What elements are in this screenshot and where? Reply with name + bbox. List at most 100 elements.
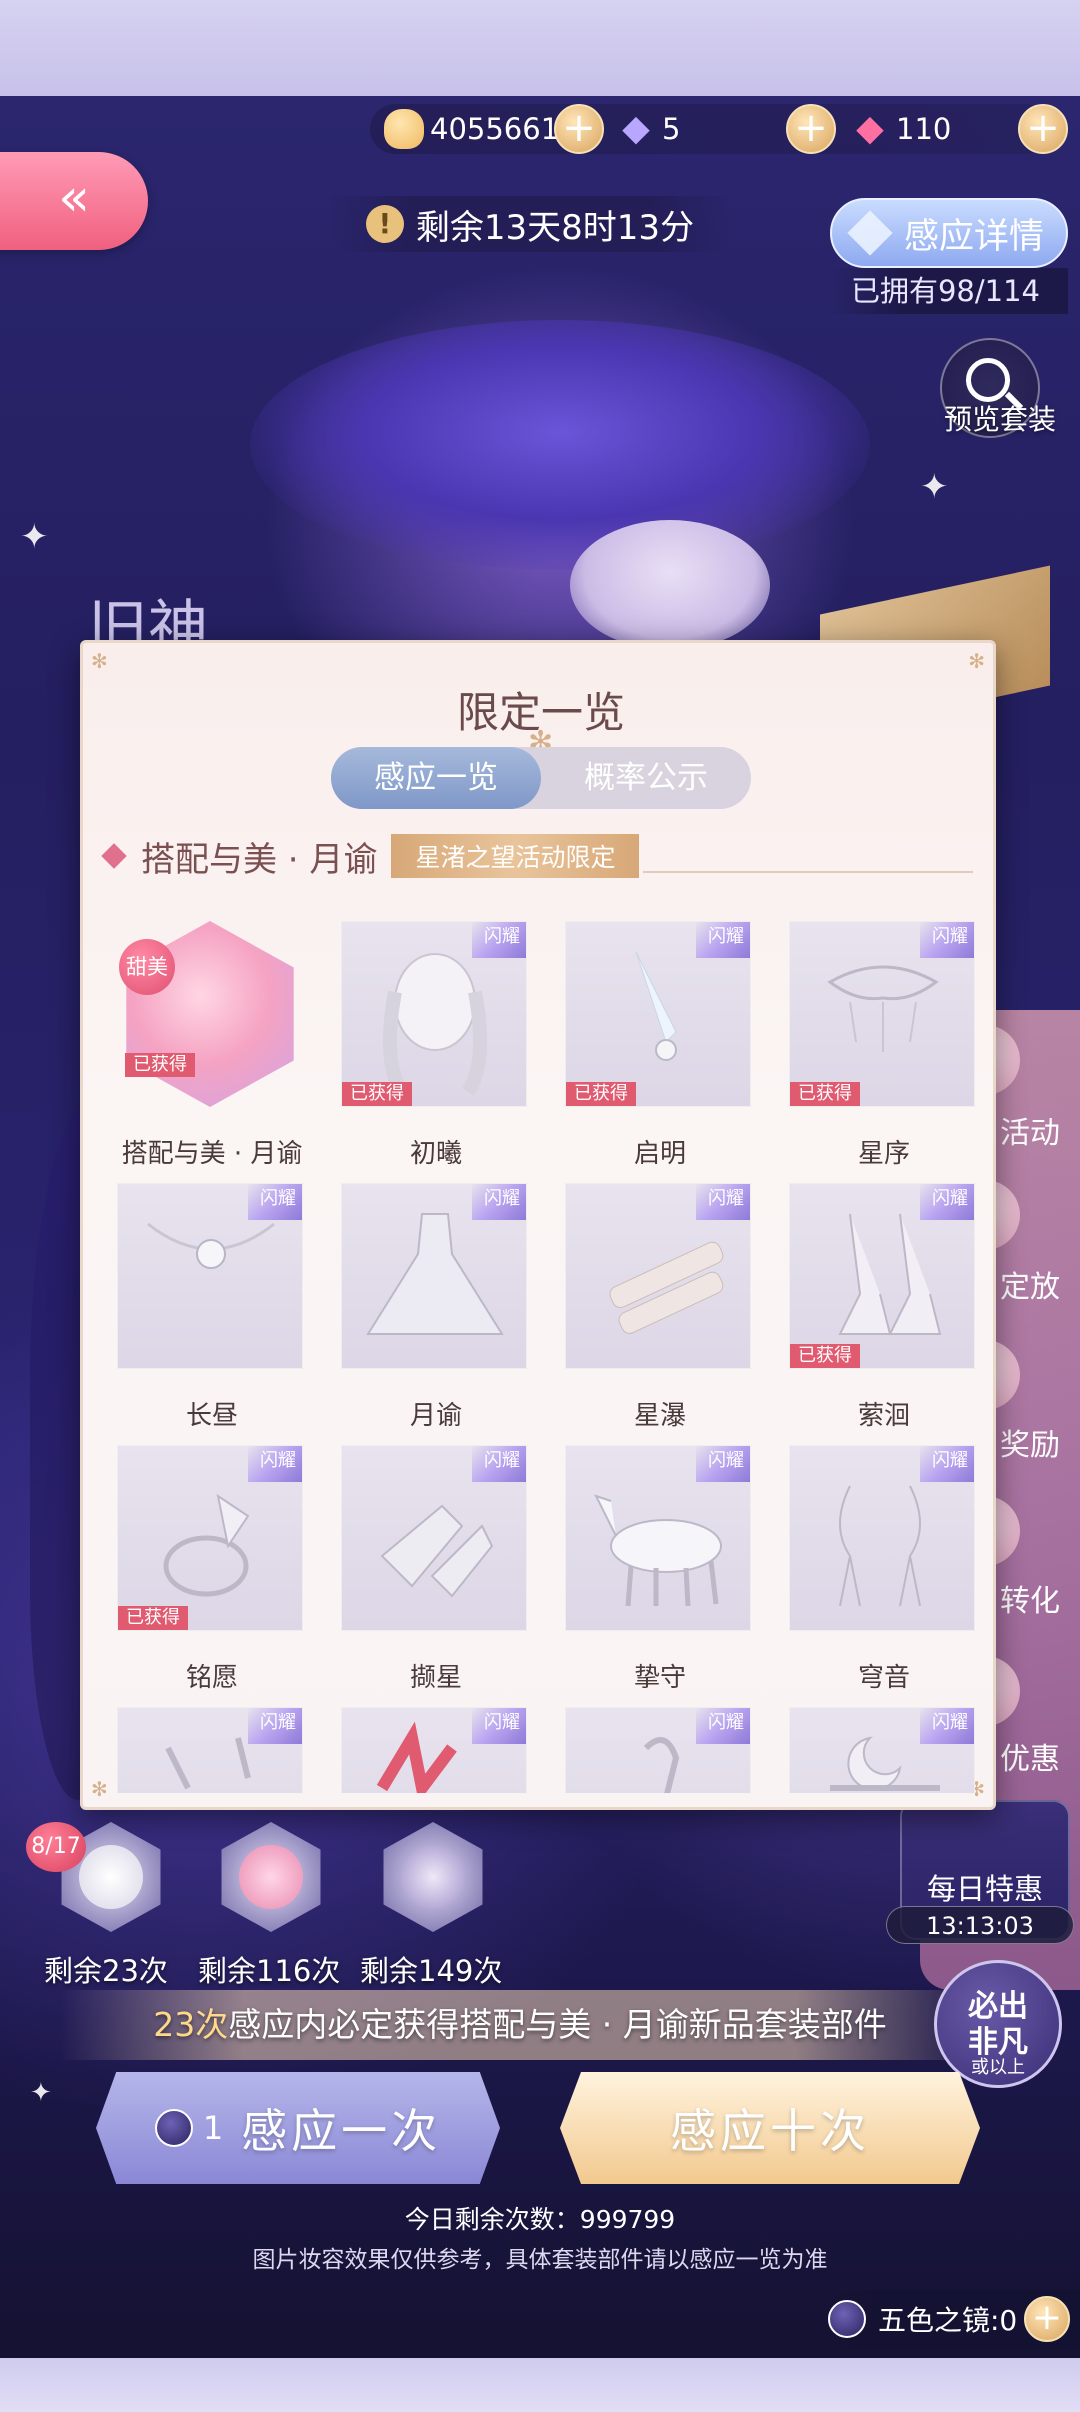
- portrait-icon: [401, 1845, 465, 1909]
- item-thumbnail: 闪耀: [789, 1445, 975, 1631]
- blue-gem-balance: ◆ 5: [616, 104, 680, 154]
- rarity-tag: 闪耀: [920, 1446, 974, 1482]
- pity-remaining-2: 剩余116次: [198, 1954, 341, 1988]
- rarity-tag: 闪耀: [696, 1184, 750, 1220]
- item-name: 萦洄: [857, 1401, 910, 1431]
- add-coins-button[interactable]: +: [554, 104, 604, 154]
- disclaimer-text: 图片妆容效果仅供参考，具体套装部件请以感应一览为准: [252, 2247, 828, 2273]
- obtained-badge: 已获得: [118, 1606, 188, 1630]
- item-thumbnail: 闪耀 已获得: [789, 1183, 975, 1369]
- rarity-tag: 闪耀: [248, 1184, 302, 1220]
- back-button[interactable]: «: [0, 152, 148, 250]
- side-menu-item[interactable]: 奖励: [1000, 1420, 1060, 1464]
- daily-deal-label: 每日特惠: [926, 1872, 1043, 1906]
- obtained-badge: 已获得: [790, 1344, 860, 1368]
- side-menu-item[interactable]: 活动: [1000, 1108, 1060, 1152]
- blue-gem-amount: 5: [662, 112, 681, 146]
- section-header: 搭配与美 · 月谕 星渚之望活动限定: [101, 831, 640, 881]
- item-thumbnail: 闪耀: [117, 1707, 303, 1793]
- rarity-tag: 闪耀: [472, 1446, 526, 1482]
- rarity-tag: 闪耀: [472, 922, 526, 958]
- detail-button[interactable]: 感应详情: [830, 198, 1068, 268]
- preview-label: 预览套装: [943, 403, 1056, 436]
- draw-once-cost: 1: [202, 2109, 224, 2147]
- double-chevron-left-icon: «: [58, 168, 90, 228]
- item-name: 穹音: [857, 1663, 910, 1693]
- character-bow: [250, 320, 870, 570]
- obtained-badge: 已获得: [125, 1053, 195, 1077]
- cat-coin-icon: [384, 109, 424, 149]
- item-name: 启明: [633, 1139, 686, 1169]
- rarity-tag: 闪耀: [920, 922, 974, 958]
- section-name: 搭配与美 · 月谕: [141, 839, 378, 880]
- section-tag: 星渚之望活动限定: [391, 834, 640, 878]
- item-name: 挚守: [633, 1663, 686, 1693]
- rarity-tag: 闪耀: [696, 922, 750, 958]
- mirror-icon: [154, 2109, 193, 2147]
- obtained-badge: 已获得: [790, 1082, 860, 1106]
- blue-diamond-icon: ◆: [622, 108, 650, 149]
- sparkle-icon: ✦: [20, 517, 49, 557]
- item-thumbnail: 闪耀: [565, 1445, 751, 1631]
- pity-remaining-3: 剩余149次: [360, 1954, 503, 1988]
- draw-ten-button[interactable]: 感应十次: [560, 2072, 980, 2184]
- five-color-mirror-icon: [828, 2300, 866, 2338]
- rarity-tag: 闪耀: [472, 1708, 526, 1744]
- item-thumbnail: 闪耀 已获得: [117, 1445, 303, 1631]
- draw-once-button[interactable]: 1 感应一次: [96, 2072, 500, 2184]
- item-name: 星序: [857, 1139, 910, 1169]
- draw-ten-label: 感应十次: [670, 2104, 870, 2158]
- item-name: 月谕: [409, 1401, 462, 1431]
- rarity-tag: 闪耀: [472, 1184, 526, 1220]
- item-name: 长昼: [185, 1401, 238, 1431]
- item-thumbnail: 闪耀 已获得: [789, 921, 975, 1107]
- timer-text: 剩余13天8时13分: [415, 207, 695, 248]
- daily-deal-timer: 13:13:03: [886, 1906, 1074, 1944]
- obtained-badge: 已获得: [342, 1082, 412, 1106]
- rarity-tag: 闪耀: [696, 1708, 750, 1744]
- side-menu-item[interactable]: 优惠: [1000, 1734, 1060, 1778]
- item-thumbnail: 闪耀 已获得: [341, 921, 527, 1107]
- dress-icon: [79, 1845, 143, 1909]
- rarity-tag: 闪耀: [248, 1708, 302, 1744]
- top-frame: [0, 0, 1080, 96]
- rarity-tag: 闪耀: [920, 1708, 974, 1744]
- corner-ornament-icon: ✻: [968, 649, 985, 673]
- tab-draw-list[interactable]: 感应一览: [331, 747, 541, 809]
- pink-orb-icon: [239, 1845, 303, 1909]
- draw-once-label: 感应一次: [241, 2104, 442, 2158]
- corner-ornament-icon: ✻: [91, 649, 108, 673]
- item-thumbnail: 闪耀: [565, 1707, 751, 1793]
- add-blue-gems-button[interactable]: +: [786, 104, 836, 154]
- pink-diamond-icon: ◆: [856, 108, 884, 149]
- add-pink-gems-button[interactable]: +: [1018, 104, 1068, 154]
- bottom-frame: [0, 2358, 1080, 2412]
- exclamation-icon: !: [365, 205, 404, 243]
- search-icon: [966, 358, 1010, 402]
- character-face: [570, 520, 770, 650]
- side-menu-item[interactable]: 定放: [1000, 1262, 1060, 1306]
- sparkle-icon: ✦: [920, 467, 949, 507]
- tab-probability[interactable]: 概率公示: [541, 747, 751, 809]
- rarity-tag: 闪耀: [696, 1446, 750, 1482]
- sweet-badge: 甜美: [119, 939, 175, 995]
- remaining-today: 今日剩余次数：999799: [404, 2205, 676, 2234]
- section-divider: [643, 871, 973, 873]
- event-timer: ! 剩余13天8时13分: [330, 196, 730, 252]
- rarity-tag: 闪耀: [920, 1184, 974, 1220]
- sparkle-icon: ✦: [30, 2078, 52, 2108]
- item-thumbnail: 闪耀: [789, 1707, 975, 1793]
- item-thumbnail: 闪耀: [117, 1183, 303, 1369]
- item-name: 撷星: [409, 1663, 462, 1693]
- item-thumbnail: 闪耀 已获得: [565, 921, 751, 1107]
- detail-button-label: 感应详情: [903, 216, 1044, 257]
- item-grid[interactable]: 甜美 已获得 搭配与美 · 月谕 闪耀 已获得 初曦 闪耀 已获得 启明 闪耀 …: [83, 913, 993, 1793]
- diamond-icon: [847, 210, 893, 256]
- pity-remaining-1: 剩余23次: [44, 1954, 168, 1988]
- add-mirror-button[interactable]: +: [1024, 2296, 1070, 2342]
- coin-balance: 40556617: [384, 104, 578, 154]
- item-name: 星瀑: [633, 1401, 686, 1431]
- side-menu-item[interactable]: 转化: [1000, 1576, 1060, 1620]
- rarity-tag: 闪耀: [248, 1446, 302, 1482]
- diamond-bullet-icon: [101, 843, 127, 869]
